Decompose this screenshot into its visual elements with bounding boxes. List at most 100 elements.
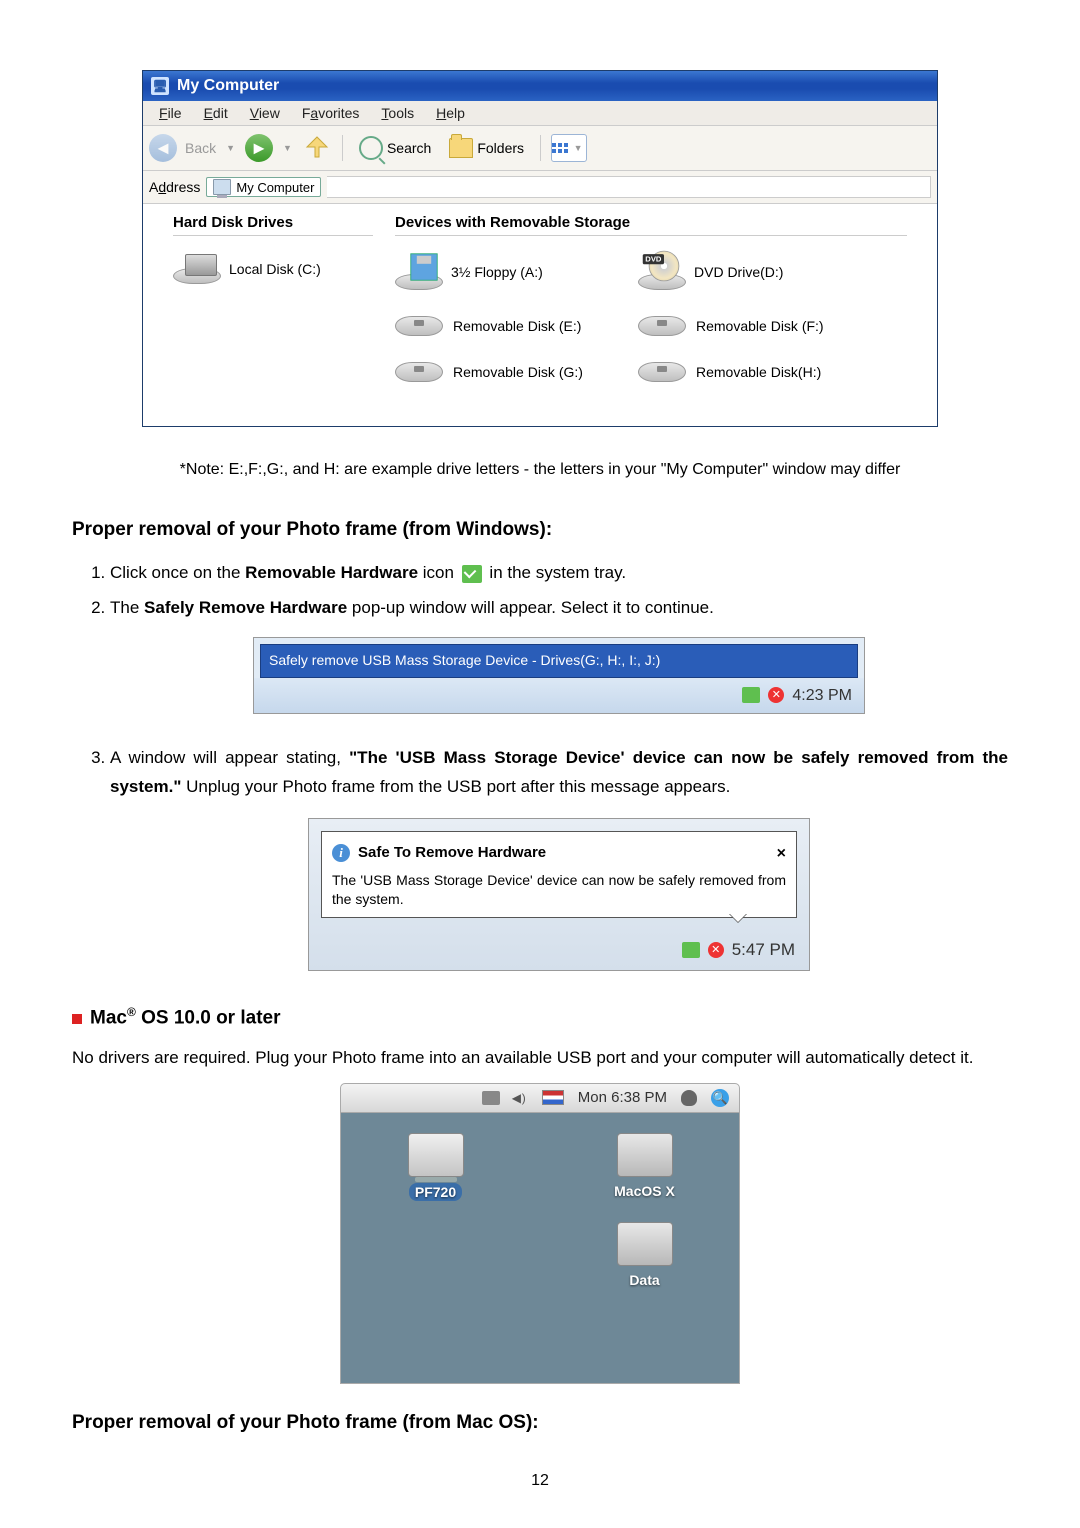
balloon-title: Safe To Remove Hardware	[358, 840, 546, 866]
heading-mac-removal: Proper removal of your Photo frame (from…	[72, 1412, 1008, 1434]
window-titlebar: 🖥 My Computer	[143, 71, 937, 101]
menu-help[interactable]: Help	[426, 103, 475, 123]
tray-error-icon[interactable]: ✕	[768, 687, 784, 703]
tray-time: 4:23 PM	[792, 682, 852, 709]
floppy-icon	[410, 253, 437, 280]
folders-icon	[449, 138, 473, 158]
bullet-icon	[72, 1014, 82, 1024]
search-icon	[359, 136, 383, 160]
menu-view[interactable]: View	[240, 103, 290, 123]
display-menu-icon[interactable]	[482, 1091, 500, 1105]
mac-drive-label: Data	[629, 1272, 659, 1288]
removable-disk-e[interactable]: Removable Disk (E:)	[395, 316, 610, 336]
safely-remove-popup: Safely remove USB Mass Storage Device - …	[253, 637, 865, 714]
heading-windows-removal: Proper removal of your Photo frame (from…	[72, 519, 1008, 541]
hdd-header: Hard Disk Drives	[173, 214, 373, 236]
views-dropdown-icon: ▼	[574, 143, 583, 153]
up-button[interactable]	[302, 134, 332, 162]
volume-menu-icon[interactable]	[514, 1091, 528, 1105]
info-icon: i	[332, 844, 350, 862]
toolbar-separator	[342, 135, 343, 161]
safely-remove-icon	[462, 565, 482, 583]
address-field[interactable]: My Computer	[206, 177, 321, 197]
menu-edit[interactable]: Edit	[194, 103, 238, 123]
step-2: The Safely Remove Hardware pop-up window…	[110, 594, 1008, 714]
removable-disk-f[interactable]: Removable Disk (F:)	[638, 316, 853, 336]
system-tray: ✕ 4:23 PM	[254, 678, 864, 713]
step-1: Click once on the Removable Hardware ico…	[110, 559, 1008, 588]
window-title: My Computer	[177, 77, 279, 95]
mac-desktop: PF720 MacOS X Data	[340, 1113, 740, 1384]
address-value: My Computer	[236, 180, 314, 195]
dvd-drive-d[interactable]: DVD DVD Drive(D:)	[638, 254, 853, 290]
balloon-close-button[interactable]: ×	[777, 840, 786, 867]
address-blank	[327, 176, 931, 198]
removable-disk-icon	[638, 362, 686, 382]
hard-drive-icon	[617, 1222, 673, 1266]
address-label: Address	[149, 179, 200, 195]
back-label: Back	[185, 140, 216, 156]
forward-dropdown-icon[interactable]: ▼	[283, 143, 292, 153]
dvd-badge: DVD	[643, 254, 664, 264]
mac-time: Mon 6:38 PM	[578, 1089, 667, 1106]
dvd-icon: DVD	[649, 251, 680, 282]
note-text: *Note: E:,F:,G:, and H: are example driv…	[72, 461, 1008, 479]
user-menu-icon[interactable]	[681, 1090, 697, 1106]
safely-remove-menu-item[interactable]: Safely remove USB Mass Storage Device - …	[260, 644, 858, 678]
safely-remove-tray-icon[interactable]	[682, 942, 700, 958]
removable-drive-icon	[408, 1133, 464, 1177]
tray-error-icon[interactable]: ✕	[708, 942, 724, 958]
removable-disk-h[interactable]: Removable Disk(H:)	[638, 362, 853, 382]
heading-mac: Mac® OS 10.0 or later	[72, 1005, 1008, 1029]
balloon-body: The 'USB Mass Storage Device' device can…	[332, 871, 786, 909]
safely-remove-tray-icon[interactable]	[742, 687, 760, 703]
address-bar: Address My Computer	[143, 171, 937, 204]
search-label: Search	[387, 140, 431, 156]
removable-disk-icon	[395, 316, 443, 336]
rem-h-label: Removable Disk(H:)	[696, 364, 821, 380]
removable-disk-g[interactable]: Removable Disk (G:)	[395, 362, 610, 382]
mac-drive-label: PF720	[409, 1183, 462, 1201]
hard-drive-icon	[617, 1133, 673, 1177]
mac-drive-label: MacOS X	[614, 1183, 675, 1199]
menu-favorites[interactable]: Favorites	[292, 103, 370, 123]
mac-menubar: Mon 6:38 PM 🔍	[340, 1083, 740, 1113]
rem-g-label: Removable Disk (G:)	[453, 364, 583, 380]
floppy-a[interactable]: 3½ Floppy (A:)	[395, 254, 610, 290]
toolbar-separator	[540, 135, 541, 161]
mac-body-text: No drivers are required. Plug your Photo…	[72, 1044, 1008, 1073]
folders-button[interactable]: Folders	[443, 136, 530, 160]
mac-drive-pf720[interactable]: PF720	[376, 1133, 496, 1202]
hard-disk-icon	[173, 254, 219, 284]
folders-label: Folders	[477, 140, 524, 156]
local-disk-c[interactable]: Local Disk (C:)	[173, 254, 388, 284]
explorer-content: Hard Disk Drives Local Disk (C:) Devices…	[143, 204, 937, 426]
back-button[interactable]: ◄	[149, 134, 177, 162]
my-computer-icon: 🖥	[151, 77, 169, 95]
safe-to-remove-balloon: i Safe To Remove Hardware × The 'USB Mas…	[321, 831, 797, 918]
dvd-label: DVD Drive(D:)	[694, 264, 783, 280]
search-button[interactable]: Search	[353, 134, 437, 162]
mac-screenshot: Mon 6:38 PM 🔍 PF720 MacOS X Data	[340, 1083, 740, 1384]
menu-bar: File Edit View Favorites Tools Help	[143, 101, 937, 126]
rem-e-label: Removable Disk (E:)	[453, 318, 581, 334]
rem-f-label: Removable Disk (F:)	[696, 318, 824, 334]
page-number: 12	[0, 1472, 1080, 1490]
views-icon	[552, 143, 568, 153]
back-dropdown-icon[interactable]: ▼	[226, 143, 235, 153]
forward-button[interactable]: ►	[245, 134, 273, 162]
menu-tools[interactable]: Tools	[371, 103, 424, 123]
floppy-label: 3½ Floppy (A:)	[451, 264, 543, 280]
safe-to-remove-box: i Safe To Remove Hardware × The 'USB Mas…	[308, 818, 810, 972]
tray-time: 5:47 PM	[732, 936, 795, 965]
mac-drive-data[interactable]: Data	[585, 1222, 705, 1290]
views-button[interactable]: ▼	[551, 134, 587, 162]
local-disk-label: Local Disk (C:)	[229, 261, 321, 277]
spotlight-icon[interactable]: 🔍	[711, 1089, 729, 1107]
my-computer-icon	[213, 179, 231, 195]
input-flag-icon[interactable]	[542, 1090, 564, 1105]
mac-drive-macosx[interactable]: MacOS X	[585, 1133, 705, 1202]
my-computer-window: 🖥 My Computer File Edit View Favorites T…	[142, 70, 938, 427]
menu-file[interactable]: File	[149, 103, 192, 123]
removable-disk-icon	[638, 316, 686, 336]
